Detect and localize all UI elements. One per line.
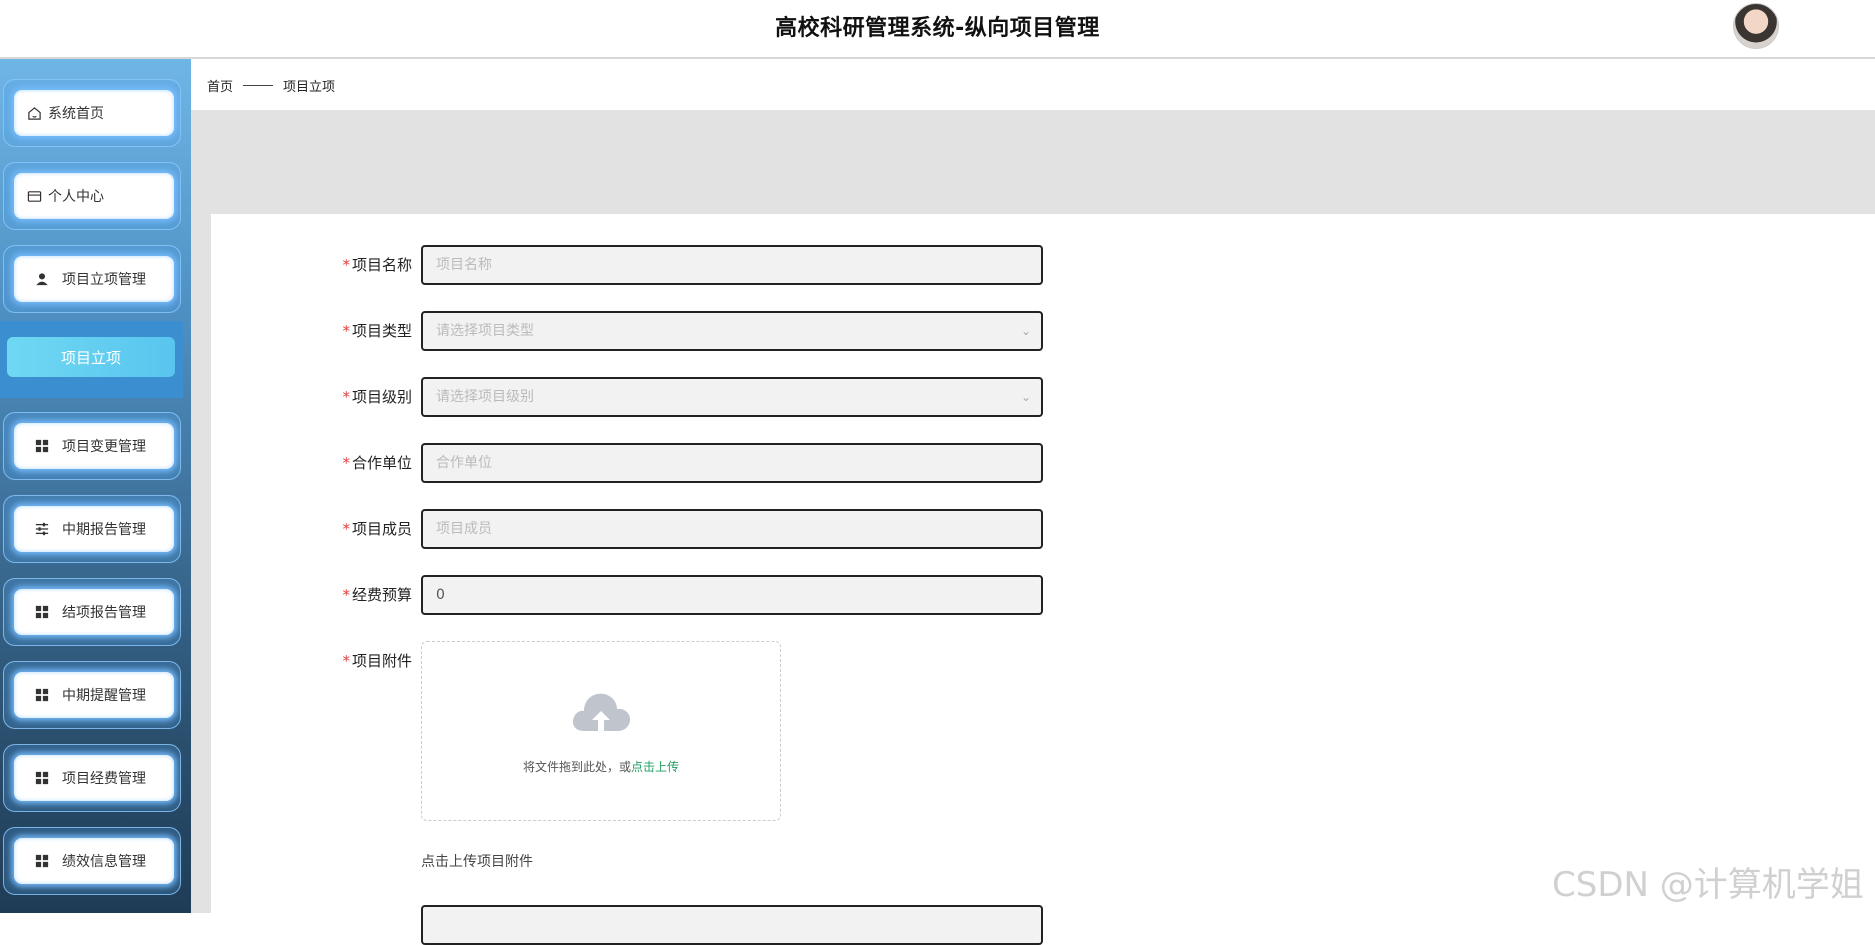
click-upload-link[interactable]: 点击上传	[631, 760, 679, 774]
user-icon	[34, 271, 50, 287]
grid-icon	[34, 604, 50, 620]
breadcrumb: 首页 项目立项	[207, 76, 335, 95]
field-label: * 项目级别	[342, 388, 412, 406]
sidebar: 系统首页 个人中心 项目立项管理 项目立项 项目变更管理 中期报告管理 结项报告…	[0, 59, 191, 913]
sidebar-item-label: 中期报告管理	[62, 522, 146, 538]
sidebar-item-performance[interactable]: 绩效信息管理	[3, 827, 181, 895]
chevron-down-icon: ⌄	[1020, 324, 1031, 338]
attachment-upload-dropzone[interactable]: 将文件拖到此处，或点击上传	[421, 641, 781, 821]
sliders-icon	[34, 521, 50, 537]
sidebar-item-label: 项目立项管理	[62, 272, 146, 288]
sidebar-item-label: 项目经费管理	[62, 771, 146, 787]
project-level-select[interactable]: 请选择项目级别 ⌄	[421, 377, 1043, 417]
sidebar-midterm-reminder-button[interactable]: 中期提醒管理	[14, 672, 174, 718]
content-left-gutter	[191, 214, 211, 913]
project-name-input[interactable]: 项目名称	[421, 245, 1043, 285]
breadcrumb-current: 项目立项	[283, 80, 336, 95]
sidebar-item-midterm-reminder[interactable]: 中期提醒管理	[3, 661, 181, 729]
grid-icon	[34, 687, 50, 703]
page-title: 高校科研管理系统-纵向项目管理	[775, 16, 1100, 41]
field-label: * 经费预算	[342, 586, 412, 604]
field-label: * 合作单位	[342, 454, 412, 472]
select-placeholder: 请选择项目类型	[436, 323, 534, 339]
sidebar-item-label: 个人中心	[48, 189, 104, 205]
field-label: * 项目类型	[342, 322, 412, 340]
sidebar-midterm-report-button[interactable]: 中期报告管理	[14, 506, 174, 552]
sidebar-project-approval-button[interactable]: 项目立项管理	[14, 256, 174, 302]
sidebar-performance-button[interactable]: 绩效信息管理	[14, 838, 174, 884]
sidebar-item-profile[interactable]: 个人中心	[3, 162, 181, 230]
project-members-input[interactable]: 项目成员	[421, 509, 1043, 549]
sidebar-item-label: 系统首页	[48, 106, 104, 122]
partner-unit-input[interactable]: 合作单位	[421, 443, 1043, 483]
grid-icon	[34, 438, 50, 454]
sidebar-item-home[interactable]: 系统首页	[3, 79, 181, 147]
sidebar-item-midterm-report[interactable]: 中期报告管理	[3, 495, 181, 563]
next-form-input[interactable]	[421, 905, 1043, 945]
submenu-item-project-approval[interactable]: 项目立项	[7, 337, 175, 377]
sidebar-final-report-button[interactable]: 结项报告管理	[14, 589, 174, 635]
watermark: CSDN @计算机学姐	[1552, 865, 1864, 905]
home-icon	[26, 105, 42, 121]
upload-hint: 将文件拖到此处，或点击上传	[522, 760, 680, 774]
upload-cloud-icon	[570, 687, 632, 739]
sidebar-item-final-report[interactable]: 结项报告管理	[3, 578, 181, 646]
header: 高校科研管理系统-纵向项目管理	[0, 0, 1875, 59]
sidebar-project-change-button[interactable]: 项目变更管理	[14, 423, 174, 469]
sidebar-item-label: 结项报告管理	[62, 605, 146, 621]
field-label: * 项目成员	[342, 520, 412, 538]
sidebar-item-label: 中期提醒管理	[62, 688, 146, 704]
breadcrumb-home[interactable]: 首页	[207, 76, 233, 95]
budget-input[interactable]: 0	[421, 575, 1043, 615]
sidebar-item-project-approval-mgmt[interactable]: 项目立项管理	[3, 245, 181, 313]
grid-icon	[34, 770, 50, 786]
grid-icon	[34, 853, 50, 869]
sidebar-item-label: 项目变更管理	[62, 439, 146, 455]
sidebar-home-button[interactable]: 系统首页	[14, 90, 174, 136]
project-type-select[interactable]: 请选择项目类型 ⌄	[421, 311, 1043, 351]
chevron-down-icon: ⌄	[1020, 390, 1031, 404]
card-icon	[26, 188, 42, 204]
field-label: * 项目附件	[342, 652, 412, 670]
sidebar-profile-button[interactable]: 个人中心	[14, 173, 174, 219]
select-placeholder: 请选择项目级别	[436, 389, 534, 405]
sidebar-project-funding-button[interactable]: 项目经费管理	[14, 755, 174, 801]
upload-tip: 点击上传项目附件	[421, 854, 533, 870]
breadcrumb-separator	[243, 85, 274, 86]
sidebar-item-project-change[interactable]: 项目变更管理	[3, 412, 181, 480]
content-header-band	[191, 110, 1875, 214]
sidebar-item-project-funding[interactable]: 项目经费管理	[3, 744, 181, 812]
sidebar-item-label: 绩效信息管理	[62, 854, 146, 870]
field-label: * 项目名称	[342, 256, 412, 274]
avatar[interactable]	[1733, 3, 1779, 49]
